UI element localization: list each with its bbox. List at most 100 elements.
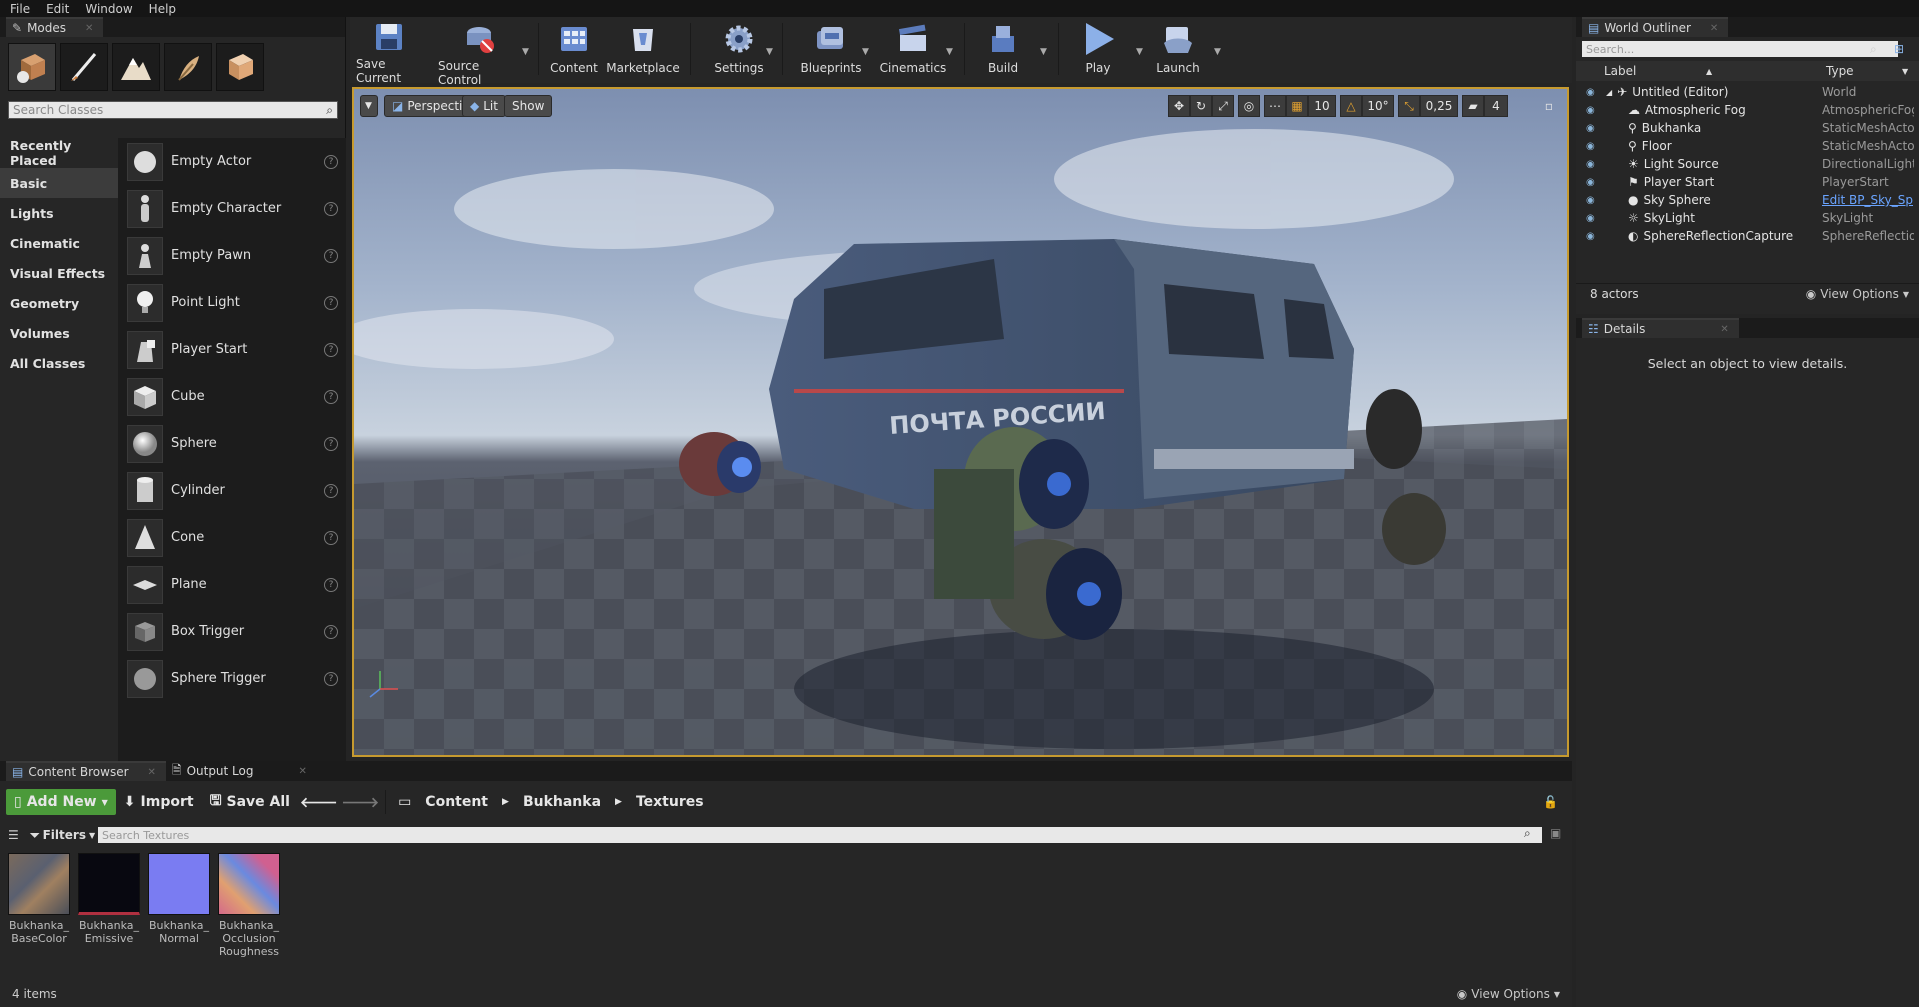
maximize-icon[interactable]: ▫ [1540,95,1558,117]
close-icon[interactable]: ✕ [299,766,307,777]
modes-tab[interactable]: ✎ Modes ✕ [6,17,104,37]
col-label-header[interactable]: Label [1604,64,1636,78]
table-row[interactable]: ◉ ⚲ Floor StaticMeshActor [1576,137,1919,155]
history-forward-button[interactable]: 🡒 [340,789,382,815]
chevron-down-icon[interactable]: ▼ [862,47,869,57]
asset-tile[interactable]: Bukhanka_ Normal [146,853,212,945]
eye-icon[interactable]: ◉ [1586,231,1600,242]
output-log-tab[interactable]: 🗎 Output Log ✕ [165,761,317,781]
table-row[interactable]: ◉ ◐ SphereReflectionCapture SphereReflectio… [1576,227,1919,245]
col-type-header[interactable]: Type [1826,64,1854,78]
rotation-snap-value[interactable]: 10° [1362,95,1394,117]
source-control-button[interactable]: Source Control [438,21,522,87]
expand-icon[interactable]: ◢ [1606,88,1612,97]
help-icon[interactable]: ? [324,248,338,263]
menu-window[interactable]: Window [81,2,144,16]
details-tab[interactable]: ☷ Details ✕ [1582,318,1739,338]
help-icon[interactable]: ? [324,342,338,357]
launch-button[interactable]: Launch [1150,21,1206,81]
asset-tile[interactable]: Bukhanka_ Occlusion Roughness [216,853,282,958]
category-recently-placed[interactable]: Recently Placed [0,138,118,168]
save-search-icon[interactable]: ▣ [1550,826,1561,840]
paint-mode-icon[interactable] [60,43,108,91]
outliner-view-options[interactable]: ◉ View Options ▼ [1806,287,1909,301]
scale-snap-value[interactable]: 0,25 [1420,95,1458,117]
table-row[interactable]: ◉ ● Sky Sphere Edit BP_Sky_Sp [1576,191,1919,209]
list-item[interactable]: Cylinder? [118,467,346,514]
category-lights[interactable]: Lights [0,198,118,228]
list-item[interactable]: Cone? [118,514,346,561]
eye-icon[interactable]: ◉ [1586,195,1600,206]
table-row[interactable]: ◉ ☼ SkyLight SkyLight [1576,209,1919,227]
camera-speed-value[interactable]: 4 [1484,95,1508,117]
chevron-down-icon[interactable]: ▼ [946,47,953,57]
list-item[interactable]: Empty Character? [118,185,346,232]
eye-icon[interactable]: ◉ [1586,177,1600,188]
content-browser-tab[interactable]: ▤ Content Browser ✕ [6,761,166,781]
foliage-mode-icon[interactable] [164,43,212,91]
menu-help[interactable]: Help [145,2,188,16]
chevron-down-icon[interactable]: ▼ [1214,47,1221,57]
table-row[interactable]: ◉ ⚑ Player Start PlayerStart [1576,173,1919,191]
menu-edit[interactable]: Edit [42,2,81,16]
breadcrumb-content[interactable]: Content [425,794,488,810]
category-geometry[interactable]: Geometry [0,288,118,318]
class-search-input[interactable]: Search Classes ⌕ [8,101,338,119]
geometry-mode-icon[interactable] [216,43,264,91]
help-icon[interactable]: ? [324,483,338,498]
chevron-down-icon[interactable]: ▼ [1136,47,1143,57]
asset-tile[interactable]: Bukhanka_ BaseColor [6,853,72,945]
list-item[interactable]: Plane? [118,561,346,608]
list-item[interactable]: Point Light? [118,279,346,326]
category-cinematic[interactable]: Cinematic [0,228,118,258]
help-icon[interactable]: ? [324,201,338,216]
chevron-down-icon[interactable]: ▼ [766,47,773,57]
show-button[interactable]: Show [504,95,553,117]
help-icon[interactable]: ? [324,436,338,451]
translate-tool-icon[interactable]: ✥ [1168,95,1190,117]
help-icon[interactable]: ? [324,671,338,686]
cb-view-options[interactable]: ◉ View Options ▼ [1457,987,1560,1001]
play-button[interactable]: Play [1066,21,1130,81]
level-viewport[interactable]: ПОЧТА РОССИИ ▼ ◪ Perspective ◆ Lit Show ✥ … [352,87,1569,757]
list-item[interactable]: Sphere? [118,420,346,467]
lock-icon[interactable]: 🔓 [1543,795,1558,809]
eye-icon[interactable]: ◉ [1586,105,1600,116]
close-icon[interactable]: ✕ [148,767,156,778]
breadcrumb-bukhanka[interactable]: Bukhanka [523,794,601,810]
add-filter-icon[interactable]: ⊞ [1894,42,1904,56]
menu-file[interactable]: File [6,2,42,16]
surface-snap-icon[interactable]: ⋯ [1264,95,1286,117]
asset-tile[interactable]: Bukhanka_ Emissive [76,853,142,945]
table-row[interactable]: ◉ ☀ Light Source DirectionalLight [1576,155,1919,173]
grid-snap-icon[interactable]: ▦ [1286,95,1308,117]
category-volumes[interactable]: Volumes [0,318,118,348]
eye-icon[interactable]: ◉ [1586,123,1600,134]
table-row[interactable]: ◉ ◢ ✈ Untitled (Editor) World [1576,83,1919,101]
save-current-button[interactable]: Save Current [356,21,422,85]
list-item[interactable]: Cube? [118,373,346,420]
chevron-down-icon[interactable]: ▼ [1040,47,1047,57]
rotation-snap-icon[interactable]: △ [1340,95,1362,117]
rotate-tool-icon[interactable]: ↻ [1190,95,1212,117]
list-item[interactable]: Sphere Trigger? [118,655,346,702]
add-new-button[interactable]: ▯ Add New ▼ [6,789,116,815]
eye-icon[interactable]: ◉ [1586,141,1600,152]
table-row[interactable]: ◉ ⚲ Bukhanka StaticMeshActor [1576,119,1919,137]
cinematics-button[interactable]: Cinematics [878,21,948,81]
category-all-classes[interactable]: All Classes [0,348,118,378]
place-mode-icon[interactable] [8,43,56,91]
list-item[interactable]: Empty Actor? [118,138,346,185]
eye-icon[interactable]: ◉ [1586,87,1600,98]
breadcrumb-textures[interactable]: Textures [636,794,704,810]
marketplace-button[interactable]: Marketplace [606,21,680,81]
help-icon[interactable]: ? [324,530,338,545]
build-button[interactable]: Build [976,21,1030,81]
sources-toggle-icon[interactable]: ☰ [8,828,19,842]
table-row[interactable]: ◉ ☁ Atmospheric Fog AtmosphericFog [1576,101,1919,119]
close-icon[interactable]: ✕ [1710,23,1718,34]
outliner-tab[interactable]: ▤ World Outliner ✕ [1582,17,1729,37]
help-icon[interactable]: ? [324,154,338,169]
scale-tool-icon[interactable]: ⤢ [1212,95,1234,117]
close-icon[interactable]: ✕ [85,23,93,34]
